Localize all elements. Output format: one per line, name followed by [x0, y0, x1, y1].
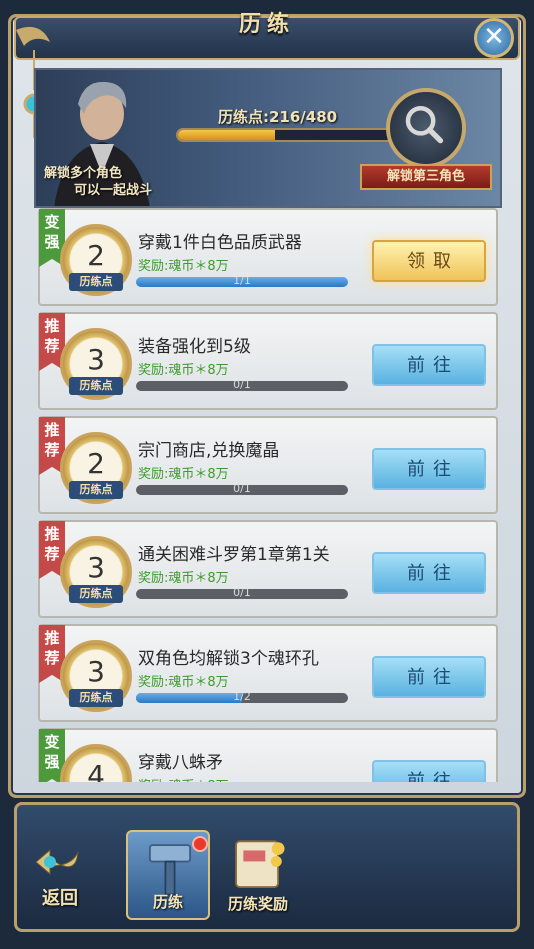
scroll-icon — [235, 840, 285, 888]
task-item: 推荐 2 历练点 宗门商店,兑换魔晶 奖励:魂币＊8万 0/1 前往 — [38, 416, 498, 514]
claim-button[interactable]: 领取 — [372, 240, 486, 282]
points-label: 历练点 — [69, 585, 123, 603]
go-button[interactable]: 前往 — [372, 344, 486, 386]
task-reward: 奖励:魂币＊8万 — [138, 259, 229, 274]
points-medal: 3 历练点 — [60, 640, 132, 712]
task-progress-text: 1/1 — [233, 277, 251, 287]
notification-dot — [192, 836, 208, 852]
task-progress-text: 0/1 — [233, 589, 251, 599]
task-item: 推荐 3 历练点 装备强化到5级 奖励:魂币＊8万 0/1 前往 — [38, 312, 498, 410]
task-reward: 奖励:魂币＊8万 — [138, 467, 229, 482]
points-value: 2 — [87, 447, 105, 480]
task-list[interactable]: 变强 2 历练点 穿戴1件白色品质武器 奖励:魂币＊8万 1/1 领取 推荐 3… — [38, 208, 498, 782]
training-points-label: 历练点:216/480 — [218, 108, 338, 126]
search-icon — [405, 105, 444, 144]
task-reward: 奖励:魂币＊8万 — [138, 775, 229, 782]
task-progress-bar: 0/1 — [136, 589, 348, 599]
task-title: 通关困难斗罗第1章第1关 — [138, 545, 330, 565]
training-progress-fill — [178, 130, 276, 140]
points-value: 2 — [87, 239, 105, 272]
close-button[interactable]: ✕ — [474, 18, 514, 58]
task-title: 穿戴八蛛矛 — [138, 753, 223, 773]
tab-training-rewards[interactable]: 历练奖励 — [216, 830, 300, 920]
points-label: 历练点 — [69, 377, 123, 395]
unlock-hint-line1: 解锁多个角色 — [44, 166, 123, 181]
go-button[interactable]: 前往 — [372, 552, 486, 594]
task-title: 装备强化到5级 — [138, 337, 251, 357]
task-reward: 奖励:魂币＊8万 — [138, 571, 229, 586]
task-reward: 奖励:魂币＊8万 — [138, 675, 229, 690]
points-value: 3 — [87, 551, 105, 584]
tab-training-rewards-label: 历练奖励 — [227, 895, 288, 913]
go-button[interactable]: 前往 — [372, 448, 486, 490]
task-progress-bar: 1/1 — [136, 277, 348, 287]
points-medal: 2 历练点 — [60, 432, 132, 504]
points-value: 3 — [87, 343, 105, 376]
points-label: 历练点 — [69, 273, 123, 291]
tab-training-label: 历练 — [152, 893, 183, 911]
progress-banner: 历练点:216/480 解锁多个角色 可以一起战斗 解锁第三角色 — [34, 68, 502, 208]
task-item: 变强 4 历练点 穿戴八蛛矛 奖励:魂币＊8万 前往 — [38, 728, 498, 782]
points-label: 历练点 — [69, 689, 123, 707]
task-title: 穿戴1件白色品质武器 — [138, 233, 302, 253]
unlock-hint-line2: 可以一起战斗 — [74, 183, 153, 198]
points-medal: 2 历练点 — [60, 224, 132, 296]
points-value: 3 — [87, 655, 105, 688]
task-progress-text: 1/2 — [233, 693, 251, 703]
go-button[interactable]: 前往 — [372, 760, 486, 782]
back-button[interactable]: 返回 — [42, 884, 78, 910]
task-item: 推荐 3 历练点 通关困难斗罗第1章第1关 奖励:魂币＊8万 0/1 前往 — [38, 520, 498, 618]
task-title: 双角色均解锁3个魂环孔 — [138, 649, 319, 669]
unlock-hint: 解锁多个角色 可以一起战斗 — [44, 165, 152, 199]
unlock-preview-button[interactable] — [386, 88, 466, 168]
task-progress-bar: 0/1 — [136, 381, 348, 391]
go-button[interactable]: 前往 — [372, 656, 486, 698]
task-progress-text: 0/1 — [233, 381, 251, 391]
unlock-third-character-ribbon: 解锁第三角色 — [360, 164, 492, 190]
task-reward: 奖励:魂币＊8万 — [138, 363, 229, 378]
task-progress-text: 0/1 — [233, 485, 251, 495]
close-icon: ✕ — [483, 22, 505, 52]
points-label: 历练点 — [69, 481, 123, 499]
task-item: 变强 2 历练点 穿戴1件白色品质武器 奖励:魂币＊8万 1/1 领取 — [38, 208, 498, 306]
points-medal: 4 历练点 — [60, 744, 132, 782]
points-value: 4 — [87, 759, 105, 782]
points-medal: 3 历练点 — [60, 536, 132, 608]
points-medal: 3 历练点 — [60, 328, 132, 400]
back-arrow-icon[interactable] — [32, 838, 92, 884]
training-progress-bar — [176, 128, 396, 142]
task-item: 推荐 3 历练点 双角色均解锁3个魂环孔 奖励:魂币＊8万 1/2 前往 — [38, 624, 498, 722]
task-title: 宗门商店,兑换魔晶 — [138, 441, 280, 461]
task-progress-bar: 0/1 — [136, 485, 348, 495]
task-progress-bar: 1/2 — [136, 693, 348, 703]
page-title: 历练 — [238, 11, 295, 37]
